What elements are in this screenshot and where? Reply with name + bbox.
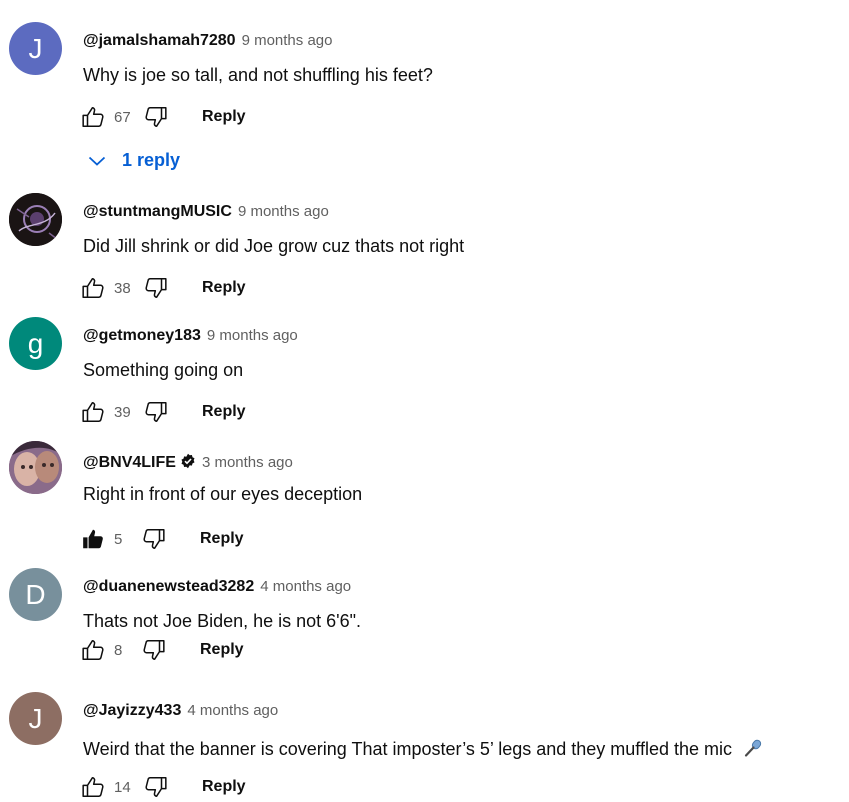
comment-timestamp[interactable]: 9 months ago (238, 203, 329, 220)
avatar-image (9, 193, 62, 246)
dislike-button[interactable] (142, 104, 168, 130)
comment-author[interactable]: @jamalshamah7280 (83, 32, 236, 50)
thumbs-down-icon (143, 529, 165, 549)
like-count: 5 (114, 530, 123, 548)
thumbs-up-icon (82, 107, 104, 127)
comment-actions: 8 Reply (81, 635, 244, 665)
like-button[interactable] (81, 104, 107, 130)
avatar[interactable]: J (9, 692, 62, 745)
comment-actions: 38 Reply (81, 273, 246, 303)
comment-header: @duanenewstead3282 4 months ago (83, 578, 351, 596)
comment-author[interactable]: @duanenewstead3282 (83, 578, 254, 596)
dislike-button[interactable] (142, 399, 168, 425)
comment-author[interactable]: @Jayizzy433 (83, 702, 181, 720)
comment-author[interactable]: @stuntmangMUSIC (83, 203, 232, 221)
like-button[interactable] (81, 526, 107, 552)
thumbs-down-icon (145, 107, 167, 127)
like-count: 14 (114, 778, 131, 796)
comment-header: @Jayizzy433 4 months ago (83, 702, 278, 720)
avatar[interactable] (9, 441, 62, 494)
comment-text-container: Weird that the banner is covering That i… (83, 735, 763, 760)
comment-text: Did Jill shrink or did Joe grow cuz that… (83, 236, 465, 256)
avatar[interactable]: g (9, 317, 62, 370)
thumbs-up-icon (82, 402, 104, 422)
like-count: 39 (114, 403, 131, 421)
comment-actions: 67 Reply (81, 102, 246, 132)
comment-timestamp[interactable]: 9 months ago (242, 32, 333, 49)
comment-text: Something going on (83, 360, 244, 380)
comment-timestamp[interactable]: 9 months ago (207, 327, 298, 344)
reply-button[interactable]: Reply (202, 279, 246, 297)
dislike-button[interactable] (142, 774, 168, 800)
like-count: 8 (114, 641, 123, 659)
thumbs-up-filled-icon (83, 529, 103, 549)
comment-text: Thats not Joe Biden, he is not 6'6". (83, 611, 361, 631)
dislike-button[interactable] (142, 275, 168, 301)
reply-button[interactable]: Reply (202, 403, 246, 421)
like-button[interactable] (81, 637, 107, 663)
thumbs-down-icon (143, 640, 165, 660)
verified-badge-icon (181, 453, 195, 469)
thumbs-down-icon (145, 777, 167, 797)
dislike-button[interactable] (140, 526, 166, 552)
avatar[interactable]: D (9, 568, 62, 621)
comment-header: @BNV4LIFE 3 months ago (83, 451, 293, 472)
comment-header: @jamalshamah7280 9 months ago (83, 32, 332, 50)
like-count: 38 (114, 279, 131, 297)
avatar[interactable]: J (9, 22, 62, 75)
reply-button[interactable]: Reply (202, 108, 246, 126)
like-count: 67 (114, 108, 131, 126)
like-button[interactable] (81, 275, 107, 301)
reply-button[interactable]: Reply (202, 778, 246, 796)
thumbs-up-icon (82, 640, 104, 660)
thumbs-down-icon (145, 278, 167, 298)
comment-text: Right in front of our eyes deception (83, 484, 363, 504)
chevron-down-icon (88, 156, 106, 166)
thumbs-down-icon (145, 402, 167, 422)
comment-timestamp[interactable]: 3 months ago (202, 454, 293, 471)
dislike-button[interactable] (140, 637, 166, 663)
replies-count-label: 1 reply (122, 150, 181, 170)
comment-actions: 14 Reply (81, 772, 246, 802)
reply-button[interactable]: Reply (200, 641, 244, 659)
avatar[interactable] (9, 193, 62, 246)
avatar-image (9, 441, 62, 494)
reply-button[interactable]: Reply (200, 530, 244, 548)
comment-text: Why is joe so tall, and not shuffling hi… (83, 65, 433, 85)
comment-text: Weird that the banner is covering That i… (83, 739, 733, 759)
like-button[interactable] (81, 399, 107, 425)
microphone-emoji-icon (744, 739, 762, 757)
comment-author[interactable]: @BNV4LIFE (83, 454, 176, 472)
like-button[interactable] (81, 774, 107, 800)
thumbs-up-icon (82, 278, 104, 298)
comment-author[interactable]: @getmoney183 (83, 327, 201, 345)
comment-header: @getmoney183 9 months ago (83, 327, 298, 345)
comment-header: @stuntmangMUSIC 9 months ago (83, 203, 329, 221)
thumbs-up-icon (82, 777, 104, 797)
comment-actions: 5 Reply (81, 524, 244, 554)
comment-actions: 39 Reply (81, 397, 246, 427)
comment-timestamp[interactable]: 4 months ago (260, 578, 351, 595)
comment-timestamp[interactable]: 4 months ago (187, 702, 278, 719)
view-replies-button[interactable]: 1 reply (88, 150, 180, 171)
